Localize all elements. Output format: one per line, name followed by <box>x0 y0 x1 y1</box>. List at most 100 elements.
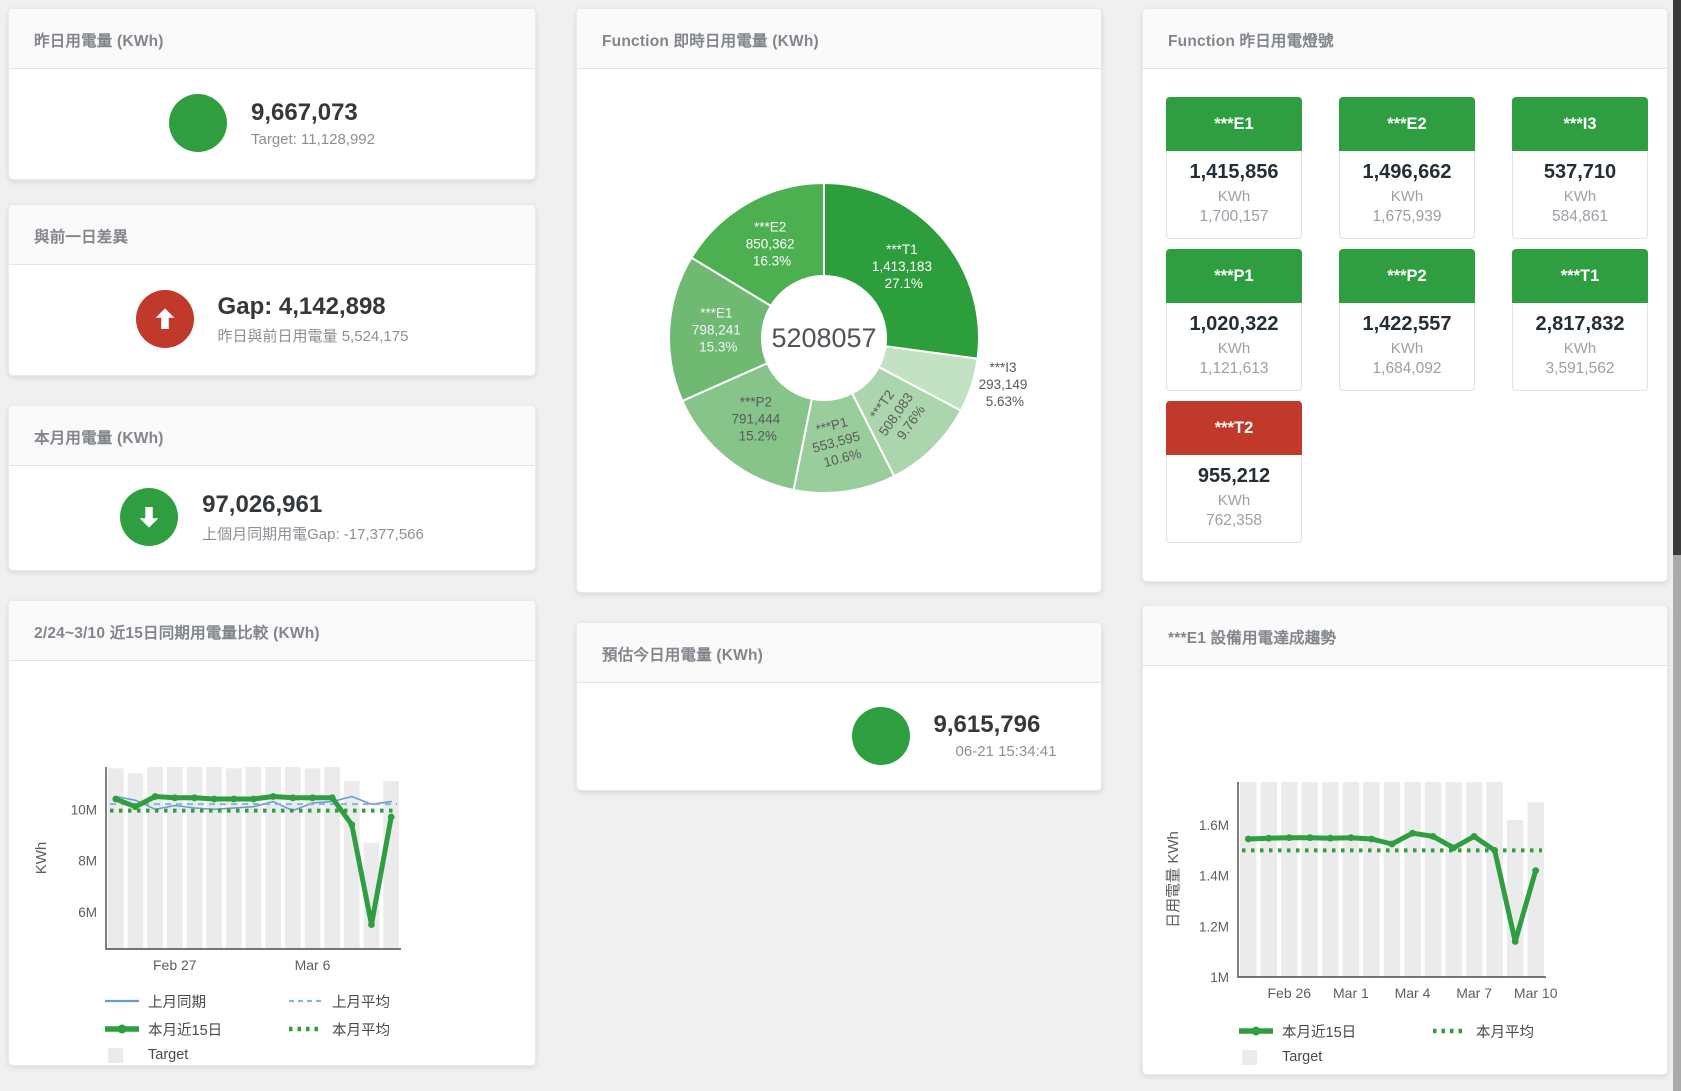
target-bar <box>246 767 262 949</box>
light-tile-E1: ***E1 1,415,856 KWh 1,700,157 <box>1166 97 1302 239</box>
tile-value: 1,020,322 <box>1169 313 1299 336</box>
light-tile-T1: ***T1 2,817,832 KWh 3,591,562 <box>1512 249 1648 391</box>
down-arrow-glyph <box>134 502 164 532</box>
card-month-usage: 本月用電量 (KWh) 97,026,961 上個月同期用電Gap: -17,3… <box>8 405 536 571</box>
red-up-arrow-icon <box>136 290 194 348</box>
series-point <box>1265 835 1272 842</box>
green-status-circle-icon <box>852 707 910 765</box>
tile-unit: KWh <box>1169 492 1299 509</box>
yesterday-value: 9,667,073 <box>251 99 375 127</box>
series-point <box>1389 841 1396 848</box>
estimate-value: 9,615,796 <box>934 711 1057 739</box>
legend-swatch-icon <box>104 1022 140 1037</box>
card-title: 與前一日差異 <box>9 205 535 265</box>
series-point <box>1307 834 1314 841</box>
series-point <box>1471 833 1478 840</box>
tile-unit: KWh <box>1515 188 1645 205</box>
legend-label: 本月平均 <box>1476 1021 1534 1042</box>
tile-unit: KWh <box>1169 340 1299 357</box>
dashboard: { "colors": { "green": "#2f9e41", "red":… <box>0 0 1681 1091</box>
light-tile-P1: ***P1 1,020,322 KWh 1,121,613 <box>1166 249 1302 391</box>
month-gap: 上個月同期用電Gap: -17,377,566 <box>202 523 424 544</box>
target-bar <box>1261 782 1277 977</box>
legend-swatch-icon <box>1238 1024 1274 1039</box>
legend-item-上月同期[interactable]: 上月同期 <box>104 991 262 1012</box>
target-bar <box>1322 782 1338 977</box>
target-bar <box>1302 782 1318 977</box>
card-title: Function 即時日用電量 (KWh) <box>577 9 1101 69</box>
card-title: 預估今日用電量 (KWh) <box>577 623 1101 683</box>
month-title: 本月用電量 (KWh) <box>34 430 164 447</box>
card-estimate-today: 預估今日用電量 (KWh) 9,615,796 06-21 15:34:41 <box>576 622 1102 791</box>
legend-item-本月近15日[interactable]: 本月近15日 <box>104 1019 262 1040</box>
card-e1-trend-chart: ***E1 設備用電達成趨勢 1M1.2M1.4M1.6MFeb 26Mar 1… <box>1142 605 1668 1075</box>
card-day-gap: 與前一日差異 Gap: 4,142,898 昨日與前日用電量 5,524,175 <box>8 204 536 376</box>
tile-target: 1,121,613 <box>1169 360 1299 378</box>
card-15day-compare-chart: 2/24~3/10 近15日同期用電量比較 (KWh) 6M8M10MFeb 2… <box>8 600 536 1066</box>
tile-target: 1,700,157 <box>1169 208 1299 226</box>
light-tile-I3: ***I3 537,710 KWh 584,861 <box>1512 97 1648 239</box>
month-value: 97,026,961 <box>202 491 424 519</box>
y-tick-label: 1.2M <box>1199 919 1229 934</box>
x-tick-label: Mar 6 <box>295 957 331 973</box>
series-point <box>171 794 178 801</box>
series-point <box>1348 834 1355 841</box>
series-point <box>1245 836 1252 843</box>
legend-swatch-icon <box>104 994 140 1009</box>
target-bar <box>1404 782 1420 977</box>
tile-value: 1,415,856 <box>1169 161 1299 184</box>
series-point <box>1286 834 1293 841</box>
tile-body: 1,020,322 KWh 1,121,613 <box>1166 303 1302 391</box>
card-realtime-donut: Function 即時日用電量 (KWh) ***T1 1,413,183 27… <box>576 8 1102 593</box>
target-bar <box>108 768 124 949</box>
legend-label: 上月同期 <box>148 991 206 1012</box>
tile-body: 955,212 KWh 762,358 <box>1166 455 1302 543</box>
lights-title: Function 昨日用電燈號 <box>1168 33 1334 50</box>
y-tick-label: 8M <box>78 854 97 869</box>
compare-legend: 上月同期 上月平均 本月近15日 本月平均 Target <box>104 991 535 1063</box>
target-bar <box>1507 820 1523 977</box>
legend-swatch-icon <box>1432 1024 1468 1039</box>
legend-item-Target[interactable]: Target <box>1238 1049 1406 1065</box>
series-point <box>112 796 119 803</box>
realtime-usage-donut-chart: ***T1 1,413,183 27.1% ***I3 293,149 5.63… <box>577 69 1101 586</box>
green-status-circle-icon <box>169 94 227 152</box>
card-yesterday-usage: 昨日用電量 (KWh) 9,667,073 Target: 11,128,992 <box>8 8 536 180</box>
y-tick-label: 6M <box>78 905 97 920</box>
target-bar <box>285 767 301 949</box>
target-bar <box>187 767 203 949</box>
tile-value: 955,212 <box>1169 465 1299 488</box>
legend-swatch-icon <box>288 994 324 1009</box>
scrollbar-thumb[interactable] <box>1673 0 1681 555</box>
y-axis-title: 日用電量 KWh <box>1165 831 1182 928</box>
green-down-arrow-icon <box>120 488 178 546</box>
target-bar <box>1384 782 1400 977</box>
legend-item-Target[interactable]: Target <box>104 1047 262 1063</box>
target-bar <box>167 767 183 949</box>
target-bar <box>1445 782 1461 977</box>
legend-label: 本月近15日 <box>148 1019 222 1040</box>
trend-legend: 本月近15日 本月平均 Target <box>1238 1021 1667 1065</box>
card-title: 2/24~3/10 近15日同期用電量比較 (KWh) <box>9 601 535 661</box>
tile-target: 584,861 <box>1515 208 1645 226</box>
tile-value: 2,817,832 <box>1515 313 1645 336</box>
page-scrollbar[interactable] <box>1673 0 1681 1091</box>
series-point <box>309 794 316 801</box>
legend-label: 上月平均 <box>332 991 390 1012</box>
legend-item-本月近15日[interactable]: 本月近15日 <box>1238 1021 1406 1042</box>
card-title: Function 昨日用電燈號 <box>1143 9 1667 69</box>
legend-item-上月平均[interactable]: 上月平均 <box>288 991 390 1012</box>
yesterday-title: 昨日用電量 (KWh) <box>34 33 164 50</box>
legend-swatch-icon <box>288 1022 324 1037</box>
legend-item-本月平均[interactable]: 本月平均 <box>288 1019 390 1040</box>
donut-slice-label: ***I3 293,149 5.63% <box>979 360 1032 409</box>
x-tick-label: Feb 27 <box>153 957 197 973</box>
x-tick-label: Mar 7 <box>1456 985 1492 1001</box>
card-title: 昨日用電量 (KWh) <box>9 9 535 69</box>
legend-item-本月平均[interactable]: 本月平均 <box>1432 1021 1534 1042</box>
tile-body: 1,496,662 KWh 1,675,939 <box>1339 151 1475 239</box>
tile-target: 3,591,562 <box>1515 360 1645 378</box>
tile-value: 537,710 <box>1515 161 1645 184</box>
series-point <box>250 796 257 803</box>
gap-title: 與前一日差異 <box>34 229 128 246</box>
